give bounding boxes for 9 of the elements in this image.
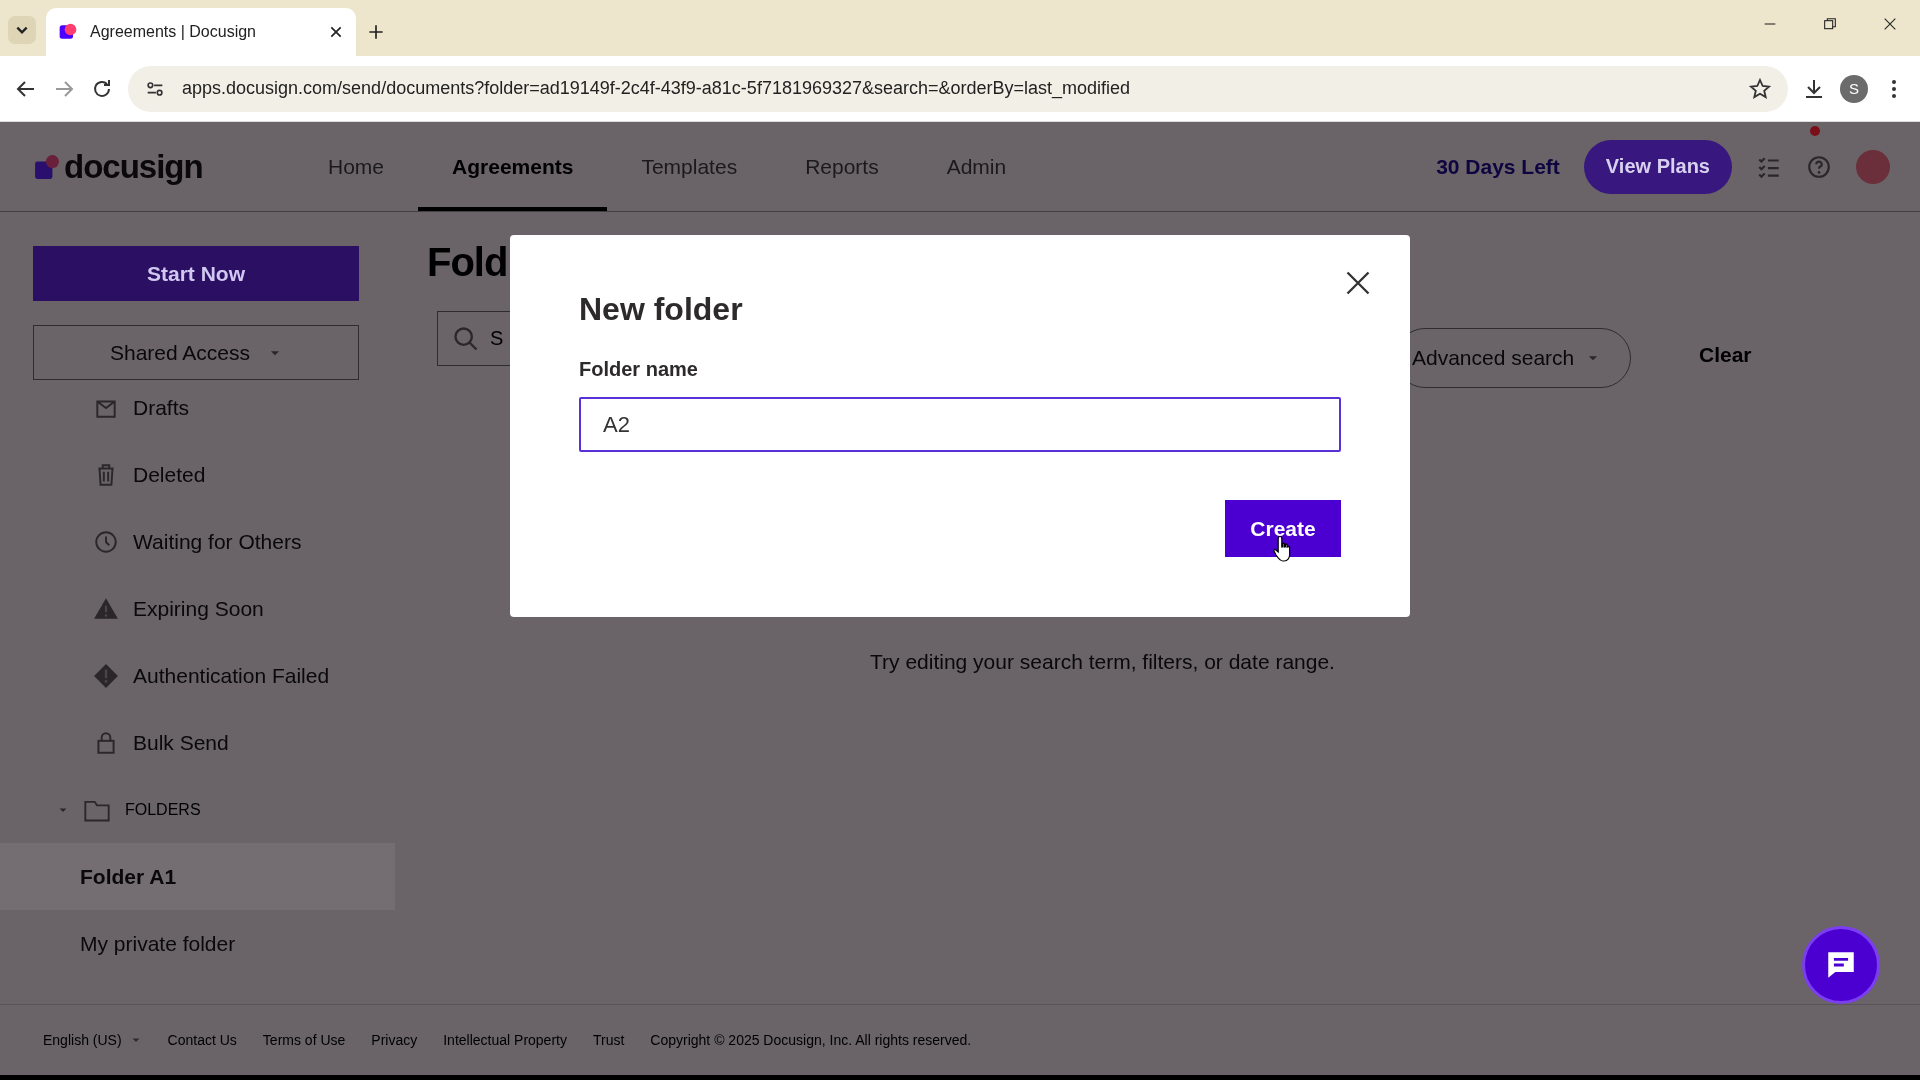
url-text: apps.docusign.com/send/documents?folder=ad19149f-2c4f-43f9-a81c-5f7181969327&search=&orderBy=last_modified [182,78,1132,99]
copyright-text: Copyright © 2025 Docusign, Inc. All rights reserved. [650,1032,972,1048]
field-label: Folder name [579,358,699,381]
dialog-title: New folder [579,291,744,328]
empty-state-message: Try editing your search term, filters, or date range. [869,650,1336,674]
logo-text: docusign [64,147,203,186]
tab-title: Agreements | Docusign [90,23,257,41]
page-heading: Fold [427,240,508,285]
search-placeholder: S [490,327,504,350]
